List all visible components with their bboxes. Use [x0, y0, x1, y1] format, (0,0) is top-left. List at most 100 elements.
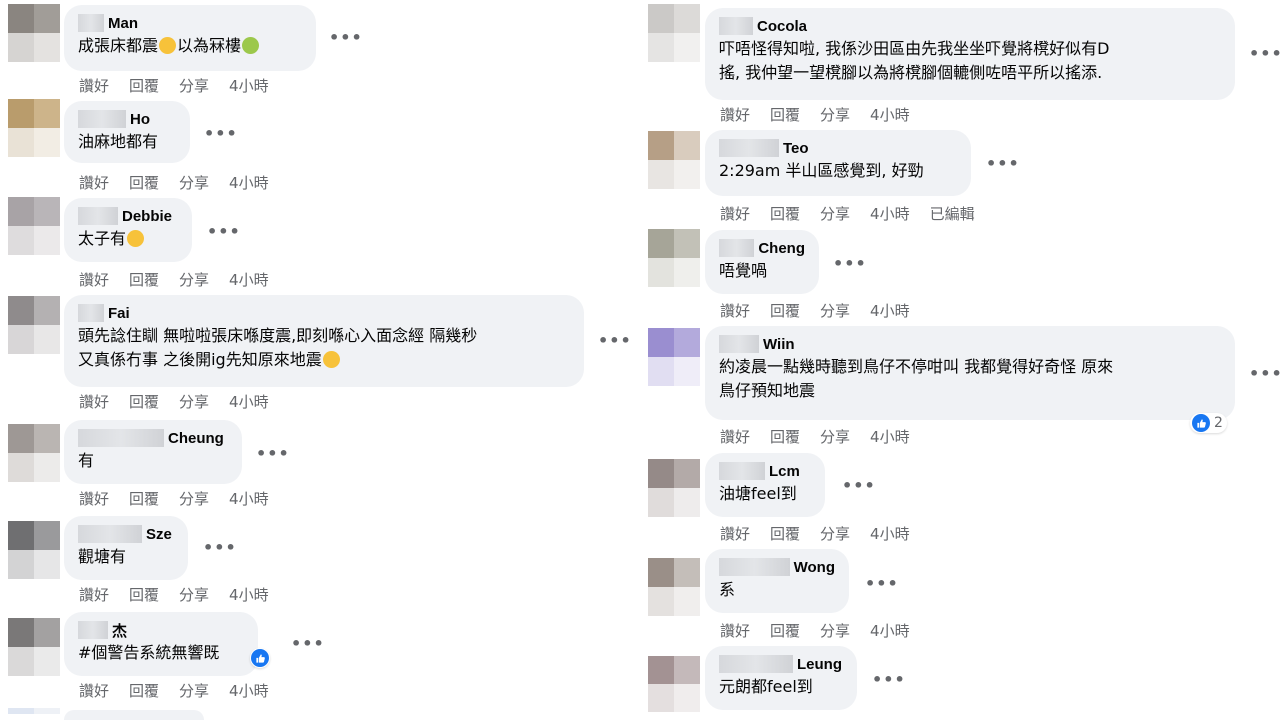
commenter-name[interactable]: Wong: [794, 559, 835, 576]
like-button[interactable]: 讚好: [79, 75, 109, 96]
reply-button[interactable]: 回覆: [770, 523, 800, 544]
reply-button[interactable]: 回覆: [129, 488, 159, 509]
share-button[interactable]: 分享: [179, 584, 209, 605]
timestamp-link[interactable]: 4小時: [870, 426, 910, 447]
commenter-name[interactable]: Cheung: [168, 430, 224, 447]
avatar[interactable]: [648, 4, 700, 62]
more-options-icon[interactable]: •••: [598, 331, 632, 350]
more-options-icon[interactable]: •••: [204, 124, 238, 143]
reply-button[interactable]: 回覆: [129, 75, 159, 96]
reply-button[interactable]: 回覆: [770, 620, 800, 641]
reply-button[interactable]: 回覆: [129, 172, 159, 193]
commenter-name[interactable]: Cheng: [758, 240, 805, 257]
share-button[interactable]: 分享: [820, 104, 850, 125]
comment-text: 油麻地都有: [78, 132, 159, 151]
reply-button[interactable]: 回覆: [129, 584, 159, 605]
avatar[interactable]: [8, 99, 60, 157]
more-options-icon[interactable]: •••: [329, 28, 363, 47]
like-button[interactable]: 讚好: [720, 426, 750, 447]
reply-button[interactable]: 回覆: [770, 426, 800, 447]
commenter-name[interactable]: Lcm: [769, 463, 800, 480]
more-options-icon[interactable]: •••: [203, 538, 237, 557]
timestamp-link[interactable]: 4小時: [870, 104, 910, 125]
more-options-icon[interactable]: •••: [872, 670, 906, 689]
like-button[interactable]: 讚好: [79, 172, 109, 193]
avatar[interactable]: [648, 656, 700, 712]
commenter-name[interactable]: 杰: [112, 620, 127, 641]
like-button[interactable]: 讚好: [720, 620, 750, 641]
reply-button[interactable]: 回覆: [129, 391, 159, 412]
avatar[interactable]: [8, 296, 60, 354]
share-button[interactable]: 分享: [820, 426, 850, 447]
more-options-icon[interactable]: •••: [291, 634, 325, 653]
more-options-icon[interactable]: •••: [256, 444, 290, 463]
more-options-icon[interactable]: •••: [865, 574, 899, 593]
reaction-badge[interactable]: 2: [1190, 413, 1227, 433]
avatar[interactable]: [648, 328, 700, 386]
like-button[interactable]: 讚好: [79, 269, 109, 290]
avatar[interactable]: [8, 618, 60, 676]
commenter-name[interactable]: Sze: [146, 526, 172, 543]
like-button[interactable]: 讚好: [79, 584, 109, 605]
reply-button[interactable]: 回覆: [770, 203, 800, 224]
share-button[interactable]: 分享: [179, 75, 209, 96]
share-button[interactable]: 分享: [179, 269, 209, 290]
reply-button[interactable]: 回覆: [770, 300, 800, 321]
commenter-name[interactable]: Teo: [783, 140, 809, 157]
avatar[interactable]: [8, 4, 60, 62]
commenter-name[interactable]: Cocola: [757, 18, 807, 35]
commenter-name[interactable]: Leung: [797, 656, 842, 673]
reaction-badge[interactable]: [250, 648, 270, 668]
share-button[interactable]: 分享: [179, 391, 209, 412]
timestamp-link[interactable]: 4小時: [229, 75, 269, 96]
share-button[interactable]: 分享: [820, 620, 850, 641]
comment-actions: 讚好 回覆 分享 4小時: [79, 269, 289, 290]
share-button[interactable]: 分享: [820, 523, 850, 544]
like-button[interactable]: 讚好: [720, 104, 750, 125]
more-options-icon[interactable]: •••: [207, 222, 241, 241]
reply-button[interactable]: 回覆: [129, 269, 159, 290]
more-options-icon[interactable]: •••: [1249, 364, 1280, 383]
avatar[interactable]: [8, 521, 60, 579]
timestamp-link[interactable]: 4小時: [870, 300, 910, 321]
timestamp-link[interactable]: 4小時: [229, 172, 269, 193]
like-button[interactable]: 讚好: [79, 488, 109, 509]
more-options-icon[interactable]: •••: [1249, 44, 1280, 63]
commenter-name[interactable]: Fai: [108, 305, 130, 322]
timestamp-link[interactable]: 4小時: [870, 523, 910, 544]
share-button[interactable]: 分享: [820, 203, 850, 224]
timestamp-link[interactable]: 4小時: [870, 620, 910, 641]
avatar[interactable]: [8, 197, 60, 255]
comment-actions: 讚好 回覆 分享 4小時: [720, 426, 930, 447]
timestamp-link[interactable]: 4小時: [229, 269, 269, 290]
share-button[interactable]: 分享: [179, 172, 209, 193]
avatar[interactable]: [648, 459, 700, 517]
share-button[interactable]: 分享: [820, 300, 850, 321]
timestamp-link[interactable]: 4小時: [229, 391, 269, 412]
more-options-icon[interactable]: •••: [986, 154, 1020, 173]
like-button[interactable]: 讚好: [720, 203, 750, 224]
reply-button[interactable]: 回覆: [129, 680, 159, 701]
commenter-name[interactable]: Debbie: [122, 208, 172, 225]
commenter-name[interactable]: Wiin: [763, 336, 795, 353]
timestamp-link[interactable]: 4小時: [229, 488, 269, 509]
avatar[interactable]: [8, 708, 60, 720]
avatar[interactable]: [648, 558, 700, 616]
like-button[interactable]: 讚好: [720, 300, 750, 321]
commenter-name[interactable]: Ho: [130, 111, 150, 128]
share-button[interactable]: 分享: [179, 488, 209, 509]
commenter-name[interactable]: Man: [108, 15, 138, 32]
like-button[interactable]: 讚好: [79, 391, 109, 412]
avatar[interactable]: [648, 131, 700, 189]
avatar[interactable]: [648, 229, 700, 287]
share-button[interactable]: 分享: [179, 680, 209, 701]
reply-button[interactable]: 回覆: [770, 104, 800, 125]
timestamp-link[interactable]: 4小時: [229, 584, 269, 605]
avatar[interactable]: [8, 424, 60, 482]
timestamp-link[interactable]: 4小時: [870, 203, 910, 224]
like-button[interactable]: 讚好: [79, 680, 109, 701]
timestamp-link[interactable]: 4小時: [229, 680, 269, 701]
more-options-icon[interactable]: •••: [842, 476, 876, 495]
like-button[interactable]: 讚好: [720, 523, 750, 544]
more-options-icon[interactable]: •••: [833, 254, 867, 273]
